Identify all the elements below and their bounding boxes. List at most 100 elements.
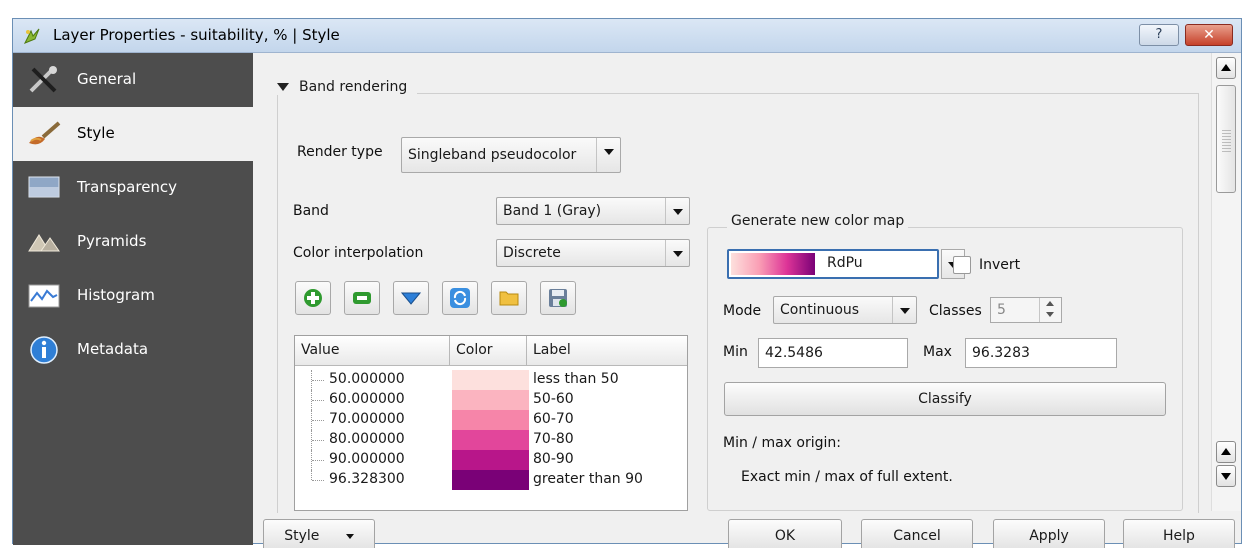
- row-value: 96.328300: [329, 471, 405, 487]
- min-value: 42.5486: [765, 345, 823, 361]
- spin-down-icon[interactable]: [1046, 312, 1054, 317]
- add-icon: [304, 289, 322, 307]
- color-swatch[interactable]: [452, 470, 529, 490]
- style-button-label: Style: [284, 528, 320, 544]
- transparency-icon: [28, 176, 60, 198]
- color-swatch[interactable]: [452, 410, 529, 430]
- table-row[interactable]: 80.000000 70-80: [295, 430, 685, 450]
- scroll-down-button[interactable]: [1216, 465, 1236, 487]
- pyramids-icon: [28, 234, 60, 252]
- add-entry-button[interactable]: [295, 281, 331, 315]
- color-swatch[interactable]: [452, 370, 529, 390]
- ok-button[interactable]: OK: [728, 519, 842, 548]
- band-rendering-header[interactable]: Band rendering: [277, 79, 418, 95]
- sidebar-item-style[interactable]: Style: [13, 107, 253, 161]
- color-ramp-name: RdPu: [827, 255, 863, 271]
- band-select[interactable]: Band 1 (Gray): [496, 197, 690, 225]
- info-icon: [30, 336, 58, 364]
- color-interpolation-label: Color interpolation: [293, 245, 424, 261]
- table-row[interactable]: 50.000000 less than 50: [295, 370, 685, 390]
- paintbrush-icon: [29, 121, 61, 145]
- remove-entry-button[interactable]: [344, 281, 380, 315]
- grip-icon: [1222, 130, 1231, 152]
- render-type-value: Singleband pseudocolor: [408, 147, 577, 163]
- close-button[interactable]: ✕: [1185, 24, 1233, 46]
- row-label: 60-70: [533, 411, 574, 427]
- table-row[interactable]: 96.328300 greater than 90: [295, 470, 685, 490]
- invert-checkbox[interactable]: [953, 256, 971, 274]
- sidebar: General Style Transparency Pyramids Hist…: [13, 53, 253, 545]
- max-label: Max: [923, 344, 952, 360]
- chevron-down-icon: [892, 297, 916, 323]
- color-map-table[interactable]: Value Color Label 50.000000 less than 50…: [294, 335, 688, 511]
- chevron-down-icon: [665, 198, 689, 224]
- color-swatch[interactable]: [452, 390, 529, 410]
- sidebar-item-label: Pyramids: [77, 232, 147, 250]
- tree-connector: [311, 450, 325, 470]
- generate-color-map-title: Generate new color map: [727, 213, 909, 229]
- tree-connector: [311, 470, 325, 481]
- scroll-up-button[interactable]: [1216, 57, 1236, 79]
- cancel-button[interactable]: Cancel: [861, 519, 973, 548]
- style-menu-button[interactable]: Style: [263, 519, 375, 548]
- help-button[interactable]: Help: [1123, 519, 1235, 548]
- sidebar-item-label: General: [77, 70, 137, 88]
- color-interpolation-select[interactable]: Discrete: [496, 239, 690, 267]
- scroll-thumb[interactable]: [1216, 85, 1236, 193]
- sidebar-item-pyramids[interactable]: Pyramids: [13, 215, 253, 269]
- load-from-band-button[interactable]: [442, 281, 478, 315]
- load-from-file-button[interactable]: [491, 281, 527, 315]
- layer-properties-window: Layer Properties - suitability, % | Styl…: [12, 18, 1243, 548]
- classes-spinbox[interactable]: 5: [990, 297, 1062, 323]
- table-row[interactable]: 60.000000 50-60: [295, 390, 685, 410]
- sidebar-item-label: Histogram: [77, 286, 155, 304]
- row-label: 70-80: [533, 431, 574, 447]
- scroll-up-button-lower[interactable]: [1216, 441, 1236, 463]
- help-title-button[interactable]: ?: [1139, 24, 1179, 46]
- spin-up-icon[interactable]: [1046, 301, 1054, 306]
- classify-button[interactable]: Classify: [724, 382, 1166, 416]
- color-ramp-select[interactable]: RdPu: [727, 249, 939, 279]
- sidebar-item-histogram[interactable]: Histogram: [13, 269, 253, 323]
- row-value: 80.000000: [329, 431, 405, 447]
- color-swatch[interactable]: [452, 450, 529, 470]
- row-value: 60.000000: [329, 391, 405, 407]
- tree-connector: [311, 410, 325, 430]
- color-swatch[interactable]: [452, 430, 529, 450]
- row-value: 50.000000: [329, 371, 405, 387]
- sort-entries-button[interactable]: [393, 281, 429, 315]
- render-type-select[interactable]: Singleband pseudocolor: [401, 137, 621, 173]
- table-row[interactable]: 90.000000 80-90: [295, 450, 685, 470]
- column-header-label[interactable]: Label: [527, 336, 687, 366]
- collapse-triangle-icon: [277, 83, 289, 91]
- column-header-color[interactable]: Color: [450, 336, 527, 366]
- refresh-icon: [450, 288, 470, 308]
- spin-buttons: [1039, 298, 1061, 322]
- vertical-scrollbar[interactable]: [1211, 53, 1241, 511]
- sidebar-item-label: Metadata: [77, 340, 149, 358]
- row-label: greater than 90: [533, 471, 643, 487]
- export-to-file-button[interactable]: [540, 281, 576, 315]
- sidebar-item-metadata[interactable]: Metadata: [13, 323, 253, 377]
- min-input[interactable]: 42.5486: [758, 338, 908, 368]
- style-panel: Band rendering Render type Singleband ps…: [253, 53, 1243, 548]
- section-title: Band rendering: [299, 79, 408, 95]
- column-header-value[interactable]: Value: [295, 336, 450, 366]
- row-value: 90.000000: [329, 451, 405, 467]
- sidebar-item-general[interactable]: General: [13, 53, 253, 107]
- mode-select[interactable]: Continuous: [773, 296, 917, 324]
- max-input[interactable]: 96.3283: [965, 338, 1117, 368]
- classes-value: 5: [997, 302, 1006, 318]
- row-label: 50-60: [533, 391, 574, 407]
- row-label: less than 50: [533, 371, 619, 387]
- arrow-down-icon: [1221, 473, 1231, 480]
- arrow-up-icon: [1221, 64, 1231, 71]
- table-row[interactable]: 70.000000 60-70: [295, 410, 685, 430]
- histogram-icon: [28, 284, 60, 308]
- apply-button[interactable]: Apply: [993, 519, 1105, 548]
- min-max-origin-text: Exact min / max of full extent.: [741, 469, 953, 485]
- tools-icon: [29, 66, 57, 93]
- sidebar-item-transparency[interactable]: Transparency: [13, 161, 253, 215]
- band-value: Band 1 (Gray): [503, 203, 602, 219]
- render-type-label: Render type: [297, 144, 383, 160]
